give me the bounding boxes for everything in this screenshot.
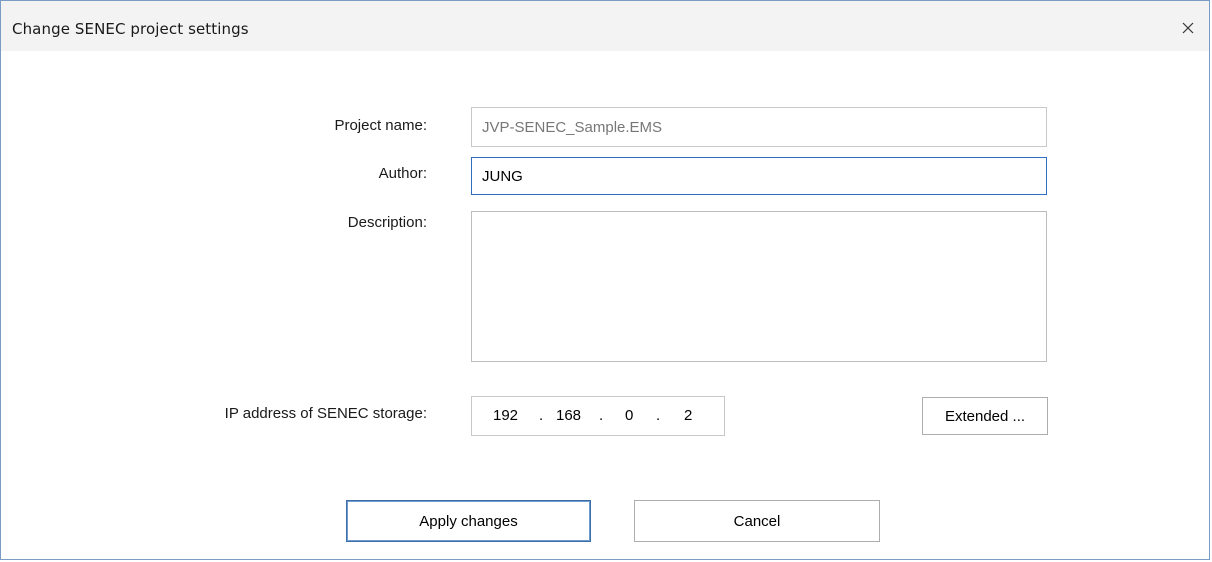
dialog-window: Change SENEC project settings Project na…	[0, 0, 1210, 560]
ip-dot-1: .	[539, 407, 544, 424]
extended-button[interactable]: Extended ...	[922, 397, 1048, 435]
ip-octet-4[interactable]: 2	[684, 407, 692, 424]
project-name-field: JVP-SENEC_Sample.EMS	[471, 107, 1047, 147]
dialog-content: Project name: JVP-SENEC_Sample.EMS Autho…	[1, 51, 1209, 559]
ip-octet-3[interactable]: 0	[625, 407, 633, 424]
ip-octet-1[interactable]: 192	[493, 407, 518, 424]
author-label: Author:	[378, 165, 427, 182]
ip-address-label: IP address of SENEC storage:	[224, 405, 427, 422]
description-label: Description:	[347, 214, 427, 231]
project-name-label: Project name:	[334, 117, 427, 134]
title-bar[interactable]: Change SENEC project settings	[1, 1, 1209, 51]
apply-changes-button[interactable]: Apply changes	[346, 500, 591, 542]
close-icon	[1182, 22, 1194, 34]
description-field[interactable]	[471, 211, 1047, 362]
close-button[interactable]	[1173, 13, 1203, 43]
ip-dot-3: .	[656, 407, 661, 424]
ip-octet-2[interactable]: 168	[556, 407, 581, 424]
dialog-title: Change SENEC project settings	[12, 20, 249, 38]
cancel-button[interactable]: Cancel	[634, 500, 880, 542]
ip-dot-2: .	[599, 407, 604, 424]
ip-address-field[interactable]: 192 . 168 . 0 . 2	[471, 396, 725, 436]
author-field[interactable]: JUNG	[471, 157, 1047, 195]
